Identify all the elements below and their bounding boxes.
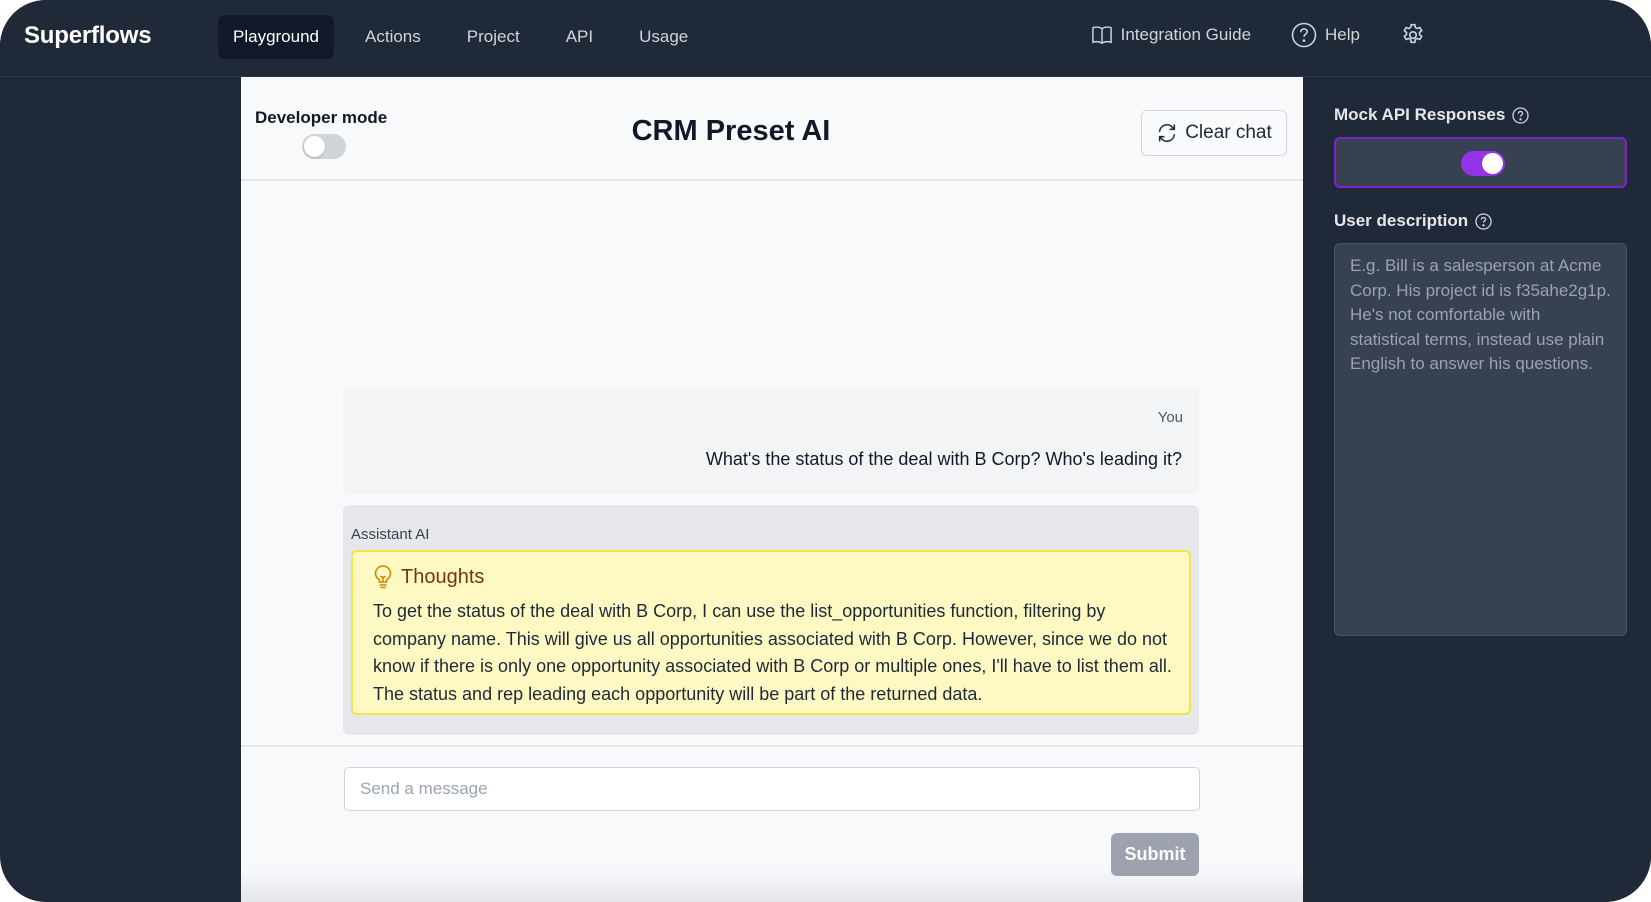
book-open-icon <box>1091 26 1112 45</box>
nav-tab-actions[interactable]: Actions <box>350 15 436 59</box>
app-logo[interactable]: Superflows <box>24 22 152 50</box>
mock-api-toggle-container <box>1334 137 1627 188</box>
mock-api-label-text: Mock API Responses <box>1334 105 1506 124</box>
refresh-icon <box>1159 124 1176 142</box>
help-label: Help <box>1325 25 1360 44</box>
user-description-textarea[interactable] <box>1334 243 1627 636</box>
playground-header: Developer mode CRM Preset AI Clear chat <box>241 77 1303 181</box>
clear-chat-button[interactable]: Clear chat <box>1141 110 1287 156</box>
nav-tab-playground[interactable]: Playground <box>218 15 335 59</box>
question-circle-icon[interactable] <box>1512 106 1529 124</box>
nav-tab-project[interactable]: Project <box>452 15 535 59</box>
top-right-links: Integration Guide Help <box>1091 22 1426 48</box>
settings-button[interactable] <box>1400 22 1426 48</box>
thoughts-box: Thoughts To get the status of the deal w… <box>351 550 1191 715</box>
mock-api-label: Mock API Responses <box>1334 105 1529 125</box>
message-text: What's the status of the deal with B Cor… <box>705 449 1182 469</box>
integration-guide-link[interactable]: Integration Guide <box>1091 25 1251 45</box>
message-input[interactable] <box>344 767 1200 811</box>
main-nav: Playground Actions Project API Usage <box>218 15 713 59</box>
message-author: You <box>1157 409 1183 426</box>
clear-chat-label: Clear chat <box>1185 122 1272 143</box>
chat-divider <box>241 745 1303 747</box>
mock-api-toggle[interactable] <box>1461 151 1505 176</box>
question-circle-icon[interactable] <box>1475 212 1492 230</box>
app-window: Superflows Playground Actions Project AP… <box>0 0 1651 902</box>
toggle-knob <box>1482 153 1503 174</box>
submit-button[interactable]: Submit <box>1111 833 1199 876</box>
gear-icon <box>1403 23 1423 44</box>
nav-tab-usage[interactable]: Usage <box>624 15 703 59</box>
user-message: You What's the status of the deal with B… <box>343 389 1199 494</box>
top-navbar: Superflows Playground Actions Project AP… <box>0 0 1651 77</box>
integration-guide-label: Integration Guide <box>1120 25 1252 44</box>
user-description-label: User description <box>1334 211 1492 231</box>
lightbulb-icon <box>374 565 392 589</box>
thoughts-title: Thoughts <box>401 565 485 588</box>
page-title: CRM Preset AI <box>631 115 831 147</box>
user-description-label-text: User description <box>1334 211 1469 230</box>
thoughts-header: Thoughts <box>373 565 484 589</box>
help-link[interactable]: Help <box>1291 22 1360 48</box>
message-author: Assistant AI <box>351 526 430 543</box>
thoughts-text: To get the status of the deal with B Cor… <box>373 601 1172 704</box>
nav-tab-api[interactable]: API <box>551 15 608 59</box>
question-circle-icon <box>1291 22 1317 48</box>
settings-sidebar: Mock API Responses User description <box>1303 77 1651 902</box>
playground-panel: Developer mode CRM Preset AI Clear chat … <box>241 77 1303 902</box>
assistant-message: Assistant AI Thoughts To get the status … <box>343 505 1199 735</box>
